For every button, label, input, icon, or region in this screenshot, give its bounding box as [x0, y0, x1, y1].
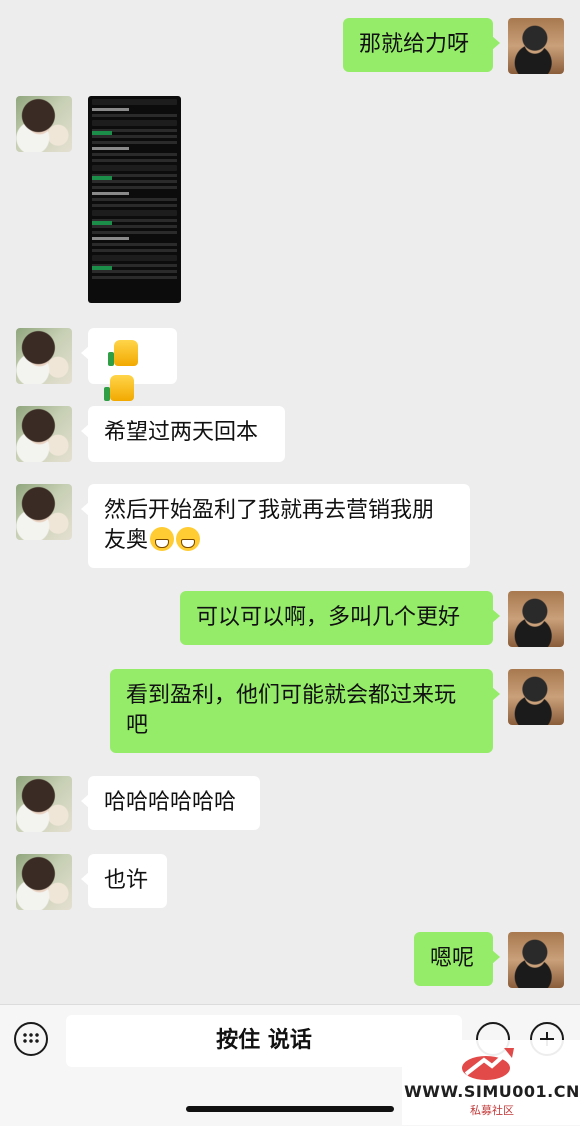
- avatar-contact[interactable]: [16, 406, 72, 462]
- avatar-contact[interactable]: [16, 96, 72, 152]
- message-bubble-right[interactable]: 看到盈利，他们可能就会都过来玩吧: [110, 669, 500, 753]
- message-bubble-left[interactable]: 希望过两天回本: [81, 406, 285, 462]
- message-text: 看到盈利，他们可能就会都过来玩吧: [126, 683, 457, 738]
- avatar-self[interactable]: [508, 669, 564, 725]
- message-bubble-right[interactable]: 那就给力呀: [343, 18, 500, 72]
- grin-emoji-icon: [150, 527, 175, 551]
- message-bubble-left[interactable]: 哈哈哈哈哈哈: [81, 776, 260, 830]
- thumbs-up-icon: [108, 340, 138, 366]
- grin-emoji-icon: [176, 527, 201, 551]
- message-bubble-left[interactable]: 也许: [81, 854, 167, 908]
- message-text: 希望过两天回本: [104, 420, 259, 445]
- message-text: 也许: [104, 868, 149, 893]
- avatar-self[interactable]: [508, 932, 564, 988]
- message-bubble-left[interactable]: [81, 328, 177, 401]
- avatar-self[interactable]: [508, 591, 564, 647]
- avatar-contact[interactable]: [16, 776, 72, 832]
- watermark-logo-icon: [462, 1048, 514, 1080]
- thumbs-up-icon: [104, 375, 134, 401]
- avatar-contact[interactable]: [16, 484, 72, 540]
- image-message[interactable]: [88, 96, 181, 303]
- watermark-url: WWW.SIMU001.CN: [404, 1082, 580, 1101]
- avatar-contact[interactable]: [16, 328, 72, 384]
- avatar-self[interactable]: [508, 18, 564, 74]
- message-text: 嗯呢: [430, 946, 475, 971]
- message-bubble-right[interactable]: 可以可以啊，多叫几个更好: [180, 591, 500, 645]
- avatar-contact[interactable]: [16, 854, 72, 910]
- message-bubble-right[interactable]: 嗯呢: [414, 932, 500, 986]
- keyboard-icon[interactable]: [14, 1022, 48, 1056]
- message-text: 那就给力呀: [359, 32, 470, 57]
- message-text: 哈哈哈哈哈哈: [104, 790, 237, 815]
- home-indicator: [186, 1106, 394, 1112]
- message-text: 可以可以啊，多叫几个更好: [196, 605, 461, 630]
- watermark-subtitle: 私募社区: [470, 1104, 514, 1117]
- message-bubble-left[interactable]: 然后开始盈利了我就再去营销我朋友奥: [81, 484, 470, 568]
